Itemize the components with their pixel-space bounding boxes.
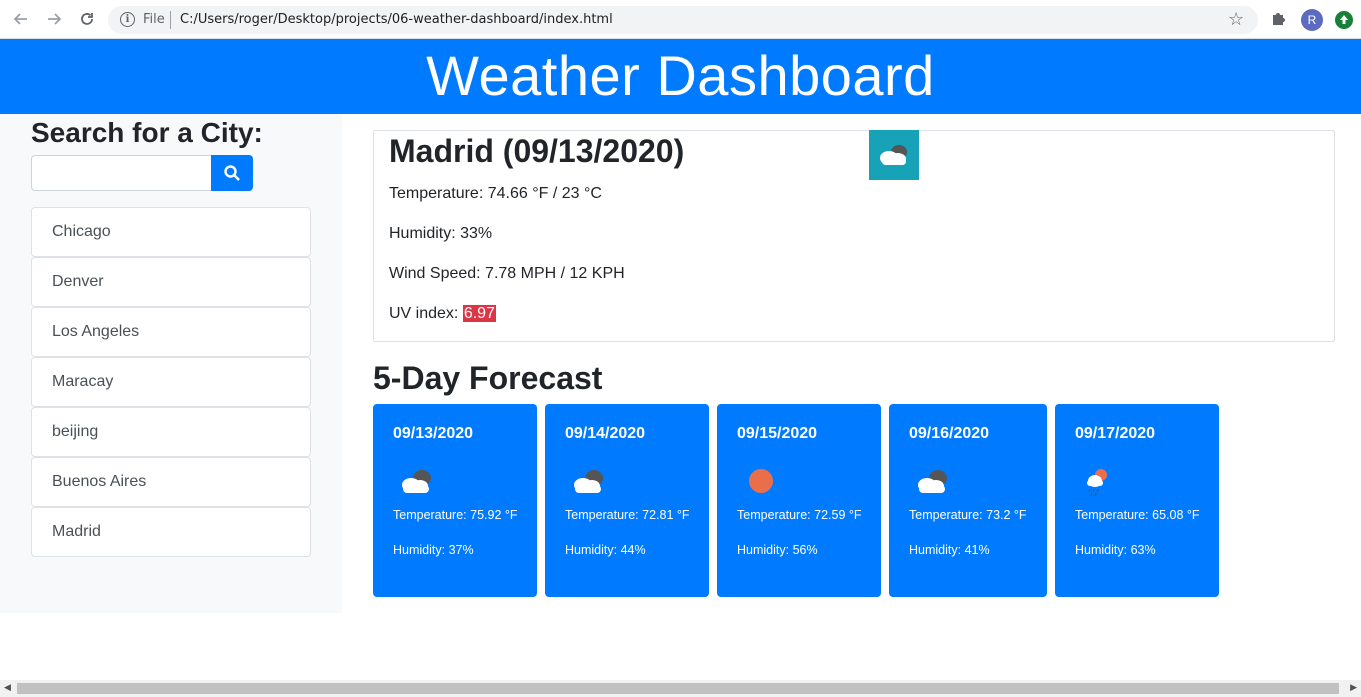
info-icon[interactable]: i xyxy=(120,12,135,27)
forecast-card: 09/13/2020 Temperature: 75.92 °F Humidit… xyxy=(373,404,537,597)
forecast-temperature: Temperature: 75.92 °F xyxy=(393,508,518,522)
broken-clouds-icon xyxy=(918,470,947,493)
scroll-right-icon[interactable]: ▶ xyxy=(1350,683,1357,693)
forecast-temperature: Temperature: 73.2 °F xyxy=(909,508,1027,522)
forward-arrow-icon[interactable] xyxy=(43,8,65,30)
uv-badge: 6.97 xyxy=(462,305,496,322)
city-item-beijing[interactable]: beijing xyxy=(31,407,311,457)
forecast-temperature: Temperature: 72.81 °F xyxy=(565,508,690,522)
scrollbar-thumb[interactable] xyxy=(17,683,1339,694)
forecast-date: 09/15/2020 xyxy=(737,425,818,442)
forecast-date: 09/14/2020 xyxy=(565,425,646,442)
sidebar: Search for a City: Chicago Denver Los An… xyxy=(0,114,342,613)
profile-avatar[interactable]: R xyxy=(1301,9,1323,31)
browser-toolbar: i File C:/Users/roger/Desktop/projects/0… xyxy=(0,0,1361,39)
forecast-date: 09/17/2020 xyxy=(1075,425,1156,442)
back-arrow-icon[interactable] xyxy=(10,8,32,30)
scroll-left-icon[interactable]: ◀ xyxy=(4,683,11,693)
address-separator xyxy=(170,11,171,29)
city-item-chicago[interactable]: Chicago xyxy=(31,207,311,257)
forecast-date: 09/13/2020 xyxy=(393,425,474,442)
forecast-card: 09/16/2020 Temperature: 73.2 °F Humidity… xyxy=(889,404,1047,597)
current-city-title: Madrid (09/13/2020) xyxy=(389,133,685,169)
search-icon xyxy=(224,165,240,181)
city-item-maracay[interactable]: Maracay xyxy=(31,357,311,407)
extensions-puzzle-icon[interactable] xyxy=(1270,9,1288,27)
forecast-card: 09/15/2020 Temperature: 72.59 °F Humidit… xyxy=(717,404,881,597)
current-weather-card: Madrid (09/13/2020) Temperature: 74.66 °… xyxy=(373,130,1335,342)
forecast-humidity: Humidity: 41% xyxy=(909,543,990,557)
file-label: File xyxy=(143,12,165,27)
city-item-madrid[interactable]: Madrid xyxy=(31,507,311,557)
current-temperature: Temperature: 74.66 °F / 23 °C xyxy=(389,185,602,202)
search-button[interactable] xyxy=(211,155,253,191)
broken-clouds-icon xyxy=(869,130,919,180)
forecast-temperature: Temperature: 72.59 °F xyxy=(737,508,862,522)
broken-clouds-icon xyxy=(402,470,431,493)
current-humidity: Humidity: 33% xyxy=(389,225,493,242)
city-item-buenos-aires[interactable]: Buenos Aires xyxy=(31,457,311,507)
reload-icon[interactable] xyxy=(76,8,98,30)
page-header: Weather Dashboard xyxy=(0,39,1361,114)
bookmark-star-icon[interactable]: ☆ xyxy=(1228,9,1244,30)
address-bar[interactable]: i File C:/Users/roger/Desktop/projects/0… xyxy=(108,6,1258,34)
forecast-temperature: Temperature: 65.08 °F xyxy=(1075,508,1200,522)
forecast-humidity: Humidity: 44% xyxy=(565,543,646,557)
current-wind-speed: Wind Speed: 7.78 MPH / 12 KPH xyxy=(389,265,625,282)
rain-sun-icon xyxy=(1087,469,1107,497)
forecast-humidity: Humidity: 37% xyxy=(393,543,474,557)
page-title: Weather Dashboard xyxy=(426,44,935,107)
forecast-card: 09/14/2020 Temperature: 72.81 °F Humidit… xyxy=(545,404,709,597)
url-text[interactable]: C:/Users/roger/Desktop/projects/06-weath… xyxy=(180,12,613,27)
uv-label: UV index: xyxy=(389,305,463,322)
broken-clouds-icon xyxy=(574,470,603,493)
city-search-input[interactable] xyxy=(31,155,212,191)
city-item-los-angeles[interactable]: Los Angeles xyxy=(31,307,311,357)
clear-sun-icon xyxy=(749,469,773,493)
forecast-card: 09/17/2020 Temperature: 65.08 °F Humidit… xyxy=(1055,404,1219,597)
forecast-date: 09/16/2020 xyxy=(909,425,990,442)
forecast-title: 5-Day Forecast xyxy=(373,360,603,396)
city-history-list: Chicago Denver Los Angeles Maracay beiji… xyxy=(31,207,311,557)
update-arrow-icon[interactable] xyxy=(1335,11,1353,29)
forecast-humidity: Humidity: 56% xyxy=(737,543,818,557)
search-title: Search for a City: xyxy=(31,117,263,148)
forecast-humidity: Humidity: 63% xyxy=(1075,543,1156,557)
current-uv-index: UV index: 6.97 xyxy=(389,305,496,323)
city-item-denver[interactable]: Denver xyxy=(31,257,311,307)
horizontal-scrollbar[interactable]: ◀ ▶ xyxy=(0,680,1361,697)
